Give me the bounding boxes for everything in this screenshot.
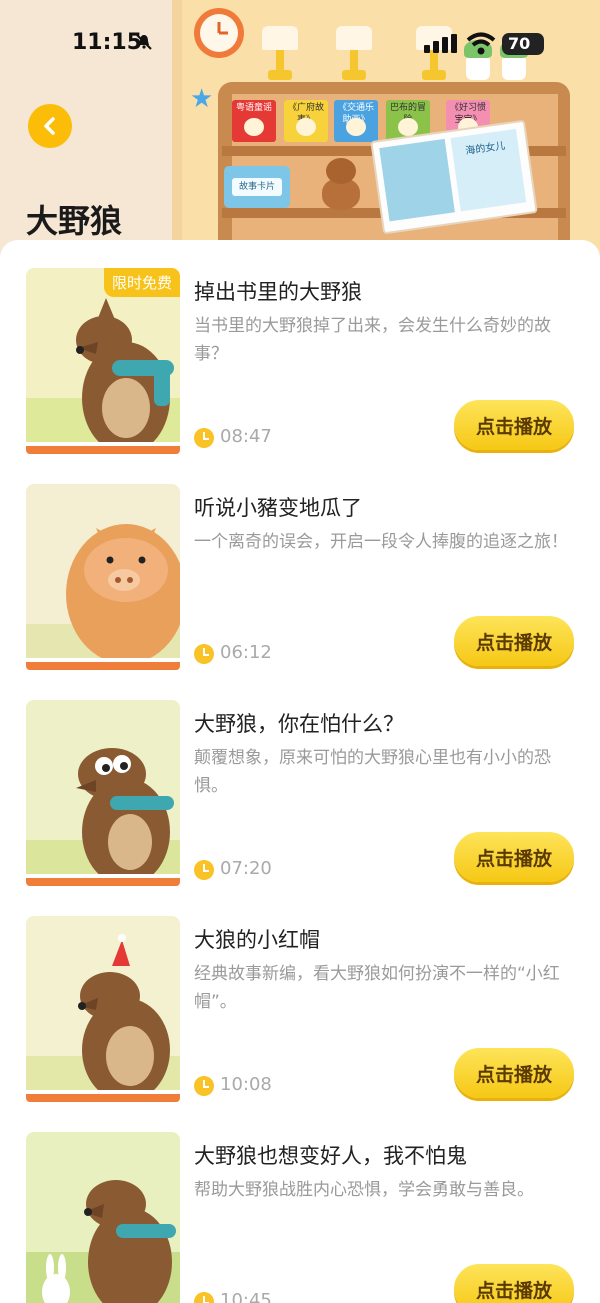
wolf-illustration — [26, 1132, 180, 1303]
star-icon: ★ — [190, 84, 214, 114]
clock-icon — [194, 1076, 214, 1096]
story-cover[interactable]: 限时免费 — [26, 268, 180, 454]
shelf-book: 《广府故事》 — [284, 100, 328, 142]
clock-icon — [194, 644, 214, 664]
story-title: 听说小豬变地瓜了 — [194, 496, 362, 520]
list-item[interactable]: 限时免费 掉出书里的大野狼 当书里的大野狼掉了出来，会发生什么奇妙的故事？ 08… — [0, 240, 600, 456]
story-cover[interactable] — [26, 1132, 180, 1303]
play-button[interactable]: 点击播放 — [454, 1048, 574, 1098]
clock-icon — [194, 8, 244, 58]
story-duration: 08:47 — [220, 426, 272, 447]
chevron-left-icon — [44, 117, 55, 135]
list-item[interactable]: 大野狼，你在怕什么？ 颠覆想象，原来可怕的大野狼心里也有小小的恐惧。 07:20… — [0, 672, 600, 888]
play-button[interactable]: 点击播放 — [454, 1264, 574, 1303]
free-badge: 限时免费 — [103, 268, 180, 297]
battery-icon: 70 — [502, 33, 544, 55]
shelf-book: 《交通乐助画》 — [334, 100, 378, 142]
list-item[interactable]: 大狼的小红帽 经典故事新编，看大野狼如何扮演不一样的“小红帽”。 10:08 点… — [0, 888, 600, 1104]
story-cover[interactable] — [26, 484, 180, 670]
list-item[interactable]: 大野狼也想变好人，我不怕鬼 帮助大野狼战胜内心恐惧，学会勇敢与善良。 10:45… — [0, 1104, 600, 1303]
clock-icon — [194, 1292, 214, 1303]
story-title: 大野狼，你在怕什么？ — [194, 712, 404, 736]
lamp-icon — [262, 26, 298, 82]
clock-icon — [194, 428, 214, 448]
list-item[interactable]: 听说小豬变地瓜了 一个离奇的误会，开启一段令人捧腹的追逐之旅！ 06:12 点击… — [0, 456, 600, 672]
status-time: 11:15 — [72, 30, 143, 55]
storage-box: 故事卡片 — [224, 166, 290, 208]
wifi-icon — [466, 32, 496, 55]
story-duration: 06:12 — [220, 642, 272, 663]
play-button[interactable]: 点击播放 — [454, 400, 574, 450]
story-description: 颠覆想象，原来可怕的大野狼心里也有小小的恐惧。 — [194, 748, 551, 796]
story-duration: 10:45 — [220, 1290, 272, 1303]
story-list: 限时免费 掉出书里的大野狼 当书里的大野狼掉了出来，会发生什么奇妙的故事？ 08… — [0, 240, 600, 1303]
story-title: 大狼的小红帽 — [194, 928, 320, 952]
story-duration: 10:08 — [220, 1074, 272, 1095]
story-title: 大野狼也想变好人，我不怕鬼 — [194, 1144, 467, 1168]
story-cover[interactable] — [26, 700, 180, 886]
play-button[interactable]: 点击播放 — [454, 832, 574, 882]
lamp-icon — [336, 26, 372, 82]
bell-muted-icon — [136, 34, 152, 50]
signal-icon — [424, 34, 457, 53]
story-description: 经典故事新编，看大野狼如何扮演不一样的“小红帽”。 — [194, 964, 560, 1012]
wolf-illustration — [26, 916, 180, 1102]
pig-illustration — [26, 484, 180, 670]
shelf-book: 粤语童谣 — [232, 100, 276, 142]
back-button[interactable] — [28, 104, 72, 148]
header-banner: ★ 粤语童谣 《广府故事》 《交通乐助画》 巴布的冒险 《好习惯宝宝》 故事卡片… — [0, 0, 600, 270]
clock-icon — [194, 860, 214, 880]
story-description: 一个离奇的误会，开启一段令人捧腹的追逐之旅！ — [194, 532, 568, 552]
play-button[interactable]: 点击播放 — [454, 616, 574, 666]
story-description: 当书里的大野狼掉了出来，会发生什么奇妙的故事？ — [194, 316, 551, 364]
story-duration: 07:20 — [220, 858, 272, 879]
wolf-illustration — [26, 700, 180, 886]
story-description: 帮助大野狼战胜内心恐惧，学会勇敢与善良。 — [194, 1180, 534, 1200]
teddy-bear — [318, 158, 364, 210]
story-cover[interactable] — [26, 916, 180, 1102]
wall-seam — [172, 0, 182, 270]
page-title: 大野狼 — [26, 202, 123, 240]
story-title: 掉出书里的大野狼 — [194, 280, 362, 304]
